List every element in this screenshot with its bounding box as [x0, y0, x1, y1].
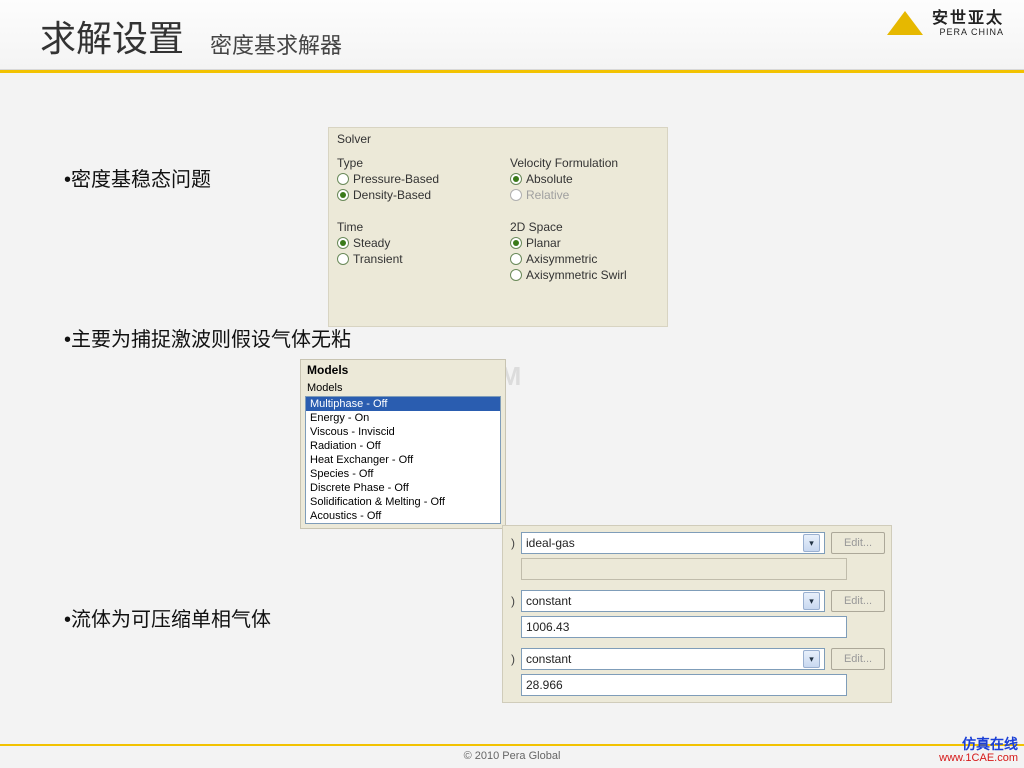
radio-steady[interactable]: Steady: [337, 236, 486, 250]
radio-icon: [337, 173, 349, 185]
brand-logo: 安世亚太 PERA CHINA: [887, 10, 1004, 37]
radio-relative: Relative: [510, 188, 659, 202]
bullet-1: •密度基稳态问题: [64, 163, 211, 192]
bullet-2: •主要为捕捉激波则假设气体无粘: [64, 323, 351, 352]
solver-panel: Solver Type Pressure-Based Density-Based…: [328, 127, 668, 327]
footer: © 2010 Pera Global 仿真在线 www.1CAE.com: [0, 744, 1024, 768]
list-item[interactable]: Energy - On: [306, 411, 500, 425]
radio-planar[interactable]: Planar: [510, 236, 659, 250]
paren-label: ): [509, 594, 515, 608]
radio-transient[interactable]: Transient: [337, 252, 486, 266]
list-item[interactable]: Acoustics - Off: [306, 509, 500, 523]
radio-label: Planar: [526, 236, 561, 250]
solver-panel-title: Solver: [337, 132, 659, 146]
edit-button[interactable]: Edit...: [831, 532, 885, 554]
bullet-3: •流体为可压缩单相气体: [64, 603, 271, 632]
mw-method-dropdown[interactable]: constant ▾: [521, 648, 825, 670]
edit-button[interactable]: Edit...: [831, 590, 885, 612]
models-panel: Models Models Multiphase - Off Energy - …: [300, 359, 506, 529]
radio-pressure-based[interactable]: Pressure-Based: [337, 172, 486, 186]
models-title: Models: [301, 360, 505, 380]
mw-value-input[interactable]: 28.966: [521, 674, 847, 696]
space-label: 2D Space: [510, 220, 659, 234]
slide-content: •密度基稳态问题 •主要为捕捉激波则假设气体无粘 •流体为可压缩单相气体 Sol…: [0, 73, 1024, 743]
radio-icon: [510, 173, 522, 185]
models-sublabel: Models: [301, 380, 505, 396]
radio-icon: [510, 253, 522, 265]
logo-triangle-icon: [887, 11, 923, 35]
footer-brand: 仿真在线 www.1CAE.com: [939, 737, 1018, 764]
paren-label: ): [509, 536, 515, 550]
radio-label: Pressure-Based: [353, 172, 439, 186]
logo-text-cn: 安世亚太: [932, 10, 1004, 28]
radio-label: Relative: [526, 188, 569, 202]
cp-method-dropdown[interactable]: constant ▾: [521, 590, 825, 612]
chevron-down-icon[interactable]: ▾: [803, 650, 820, 668]
cp-value-input[interactable]: 1006.43: [521, 616, 847, 638]
radio-icon: [337, 189, 349, 201]
footer-brand-url: www.1CAE.com: [939, 752, 1018, 764]
radio-density-based[interactable]: Density-Based: [337, 188, 486, 202]
list-item[interactable]: Solidification & Melting - Off: [306, 495, 500, 509]
footer-brand-cn: 仿真在线: [939, 737, 1018, 752]
edit-button[interactable]: Edit...: [831, 648, 885, 670]
list-item[interactable]: Multiphase - Off: [306, 397, 500, 411]
type-label: Type: [337, 156, 486, 170]
page-title: 求解设置: [40, 10, 184, 62]
list-item[interactable]: Heat Exchanger - Off: [306, 453, 500, 467]
radio-label: Transient: [353, 252, 403, 266]
logo-text-en: PERA CHINA: [932, 28, 1004, 38]
radio-icon: [337, 253, 349, 265]
radio-icon: [510, 189, 522, 201]
radio-icon: [510, 269, 522, 281]
chevron-down-icon[interactable]: ▾: [803, 534, 820, 552]
copyright: © 2010 Pera Global: [464, 750, 561, 762]
radio-label: Axisymmetric Swirl: [526, 268, 627, 282]
time-label: Time: [337, 220, 486, 234]
list-item[interactable]: Radiation - Off: [306, 439, 500, 453]
list-item[interactable]: Species - Off: [306, 467, 500, 481]
radio-axisymmetric[interactable]: Axisymmetric: [510, 252, 659, 266]
chevron-down-icon[interactable]: ▾: [803, 592, 820, 610]
radio-icon: [337, 237, 349, 249]
velocity-label: Velocity Formulation: [510, 156, 659, 170]
page-subtitle: 密度基求解器: [210, 28, 342, 60]
radio-label: Absolute: [526, 172, 573, 186]
material-properties-panel: ) ideal-gas ▾ Edit... ) constant ▾ Edit.…: [502, 525, 892, 703]
paren-label: ): [509, 652, 515, 666]
dropdown-value: ideal-gas: [526, 536, 575, 550]
dropdown-value: constant: [526, 594, 571, 608]
list-item[interactable]: Viscous - Inviscid: [306, 425, 500, 439]
list-item[interactable]: Discrete Phase - Off: [306, 481, 500, 495]
density-value-input[interactable]: [521, 558, 847, 580]
radio-label: Steady: [353, 236, 390, 250]
density-method-dropdown[interactable]: ideal-gas ▾: [521, 532, 825, 554]
header-bar: 求解设置 密度基求解器 安世亚太 PERA CHINA: [0, 0, 1024, 70]
radio-axisymmetric-swirl[interactable]: Axisymmetric Swirl: [510, 268, 659, 282]
radio-label: Density-Based: [353, 188, 431, 202]
models-list[interactable]: Multiphase - Off Energy - On Viscous - I…: [305, 396, 501, 524]
radio-absolute[interactable]: Absolute: [510, 172, 659, 186]
radio-icon: [510, 237, 522, 249]
radio-label: Axisymmetric: [526, 252, 597, 266]
dropdown-value: constant: [526, 652, 571, 666]
